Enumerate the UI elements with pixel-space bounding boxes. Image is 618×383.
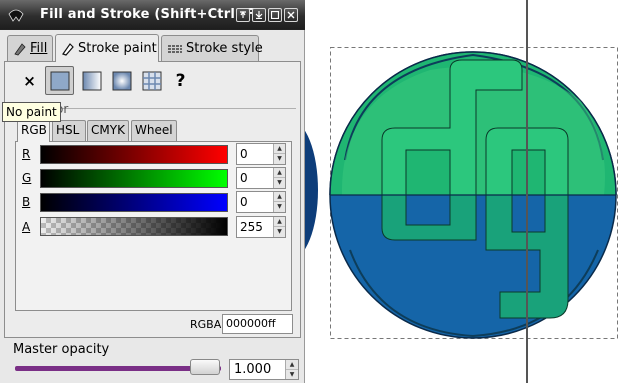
tab-stroke-style[interactable]: Stroke style <box>161 35 263 61</box>
linear-gradient-icon <box>82 71 101 90</box>
alpha-label: A <box>22 220 31 234</box>
unset-paint-button[interactable]: ? <box>166 66 195 95</box>
logo-sphere[interactable] <box>329 51 617 339</box>
fill-stroke-dialog: Fill and Stroke (Shift+Ctrl+F) Fill Stro… <box>0 0 305 383</box>
master-opacity-spinbox[interactable]: 1.000 ▲ ▼ <box>229 359 299 380</box>
dialog-titlebar[interactable]: Fill and Stroke (Shift+Ctrl+F) <box>0 0 305 30</box>
close-icon[interactable] <box>284 8 298 22</box>
master-opacity-spin-arrows[interactable]: ▲ ▼ <box>285 360 298 379</box>
linear-gradient-button[interactable] <box>77 66 106 95</box>
tab-fill-label: Fill <box>30 41 48 56</box>
alpha-value: 255 <box>240 220 263 234</box>
rgba-label: RGBA: <box>190 318 225 331</box>
no-paint-icon: × <box>23 71 36 90</box>
radial-gradient-button[interactable] <box>107 66 136 95</box>
rgba-input[interactable]: 000000ff <box>222 314 293 334</box>
master-opacity-value: 1.000 <box>234 362 272 377</box>
tab-stroke-paint[interactable]: Stroke paint <box>55 34 159 62</box>
stroke-paint-icon <box>62 42 74 56</box>
pattern-icon <box>142 71 161 90</box>
flat-color-button[interactable] <box>45 66 74 95</box>
fill-icon <box>14 42 26 55</box>
minimize-icon[interactable] <box>252 8 266 22</box>
red-label: R <box>22 147 31 161</box>
pin-icon[interactable] <box>236 8 250 22</box>
unset-paint-icon: ? <box>175 70 186 91</box>
alpha-spin-arrows[interactable]: ▲ ▼ <box>273 217 285 237</box>
red-slider[interactable] <box>40 145 228 164</box>
no-paint-button[interactable]: × <box>15 66 44 95</box>
blue-spinbox[interactable]: 0 ▲ ▼ <box>236 191 286 213</box>
stroke-style-icon <box>168 44 182 53</box>
blue-label: B <box>22 195 31 209</box>
tab-rgb[interactable]: RGB <box>17 120 50 142</box>
tab-cmyk[interactable]: CMYK <box>87 120 129 141</box>
inkscape-app-icon <box>8 8 24 22</box>
master-opacity-label: Master opacity <box>13 342 110 357</box>
green-slider[interactable] <box>40 169 228 188</box>
pattern-button[interactable] <box>137 66 166 95</box>
red-spin-arrows[interactable]: ▲ ▼ <box>273 144 285 164</box>
green-spin-arrows[interactable]: ▲ ▼ <box>273 168 285 188</box>
tab-stroke-style-label: Stroke style <box>186 41 263 56</box>
alpha-slider[interactable] <box>40 217 228 236</box>
dialog-title: Fill and Stroke (Shift+Ctrl+F) <box>40 7 262 22</box>
green-value: 0 <box>240 171 248 185</box>
tab-fill[interactable]: Fill <box>7 35 53 61</box>
fill-stroke-tabs: Fill Stroke paint Stroke style <box>7 34 305 62</box>
master-opacity-slider-handle[interactable] <box>190 359 220 375</box>
alpha-spinbox[interactable]: 255 ▲ ▼ <box>236 216 286 238</box>
tab-hsl[interactable]: HSL <box>52 120 86 141</box>
green-label: G <box>22 171 32 185</box>
blue-spin-arrows[interactable]: ▲ ▼ <box>273 192 285 212</box>
radial-gradient-icon <box>112 71 131 90</box>
maximize-icon[interactable] <box>268 8 282 22</box>
tab-stroke-paint-label: Stroke paint <box>78 41 157 56</box>
blue-value: 0 <box>240 195 248 209</box>
tab-wheel[interactable]: Wheel <box>131 120 177 141</box>
flat-color-icon <box>50 71 69 90</box>
red-spinbox[interactable]: 0 ▲ ▼ <box>236 143 286 165</box>
blue-slider[interactable] <box>40 193 228 212</box>
green-spinbox[interactable]: 0 ▲ ▼ <box>236 167 286 189</box>
no-paint-tooltip: No paint <box>2 102 61 122</box>
red-value: 0 <box>240 147 248 161</box>
